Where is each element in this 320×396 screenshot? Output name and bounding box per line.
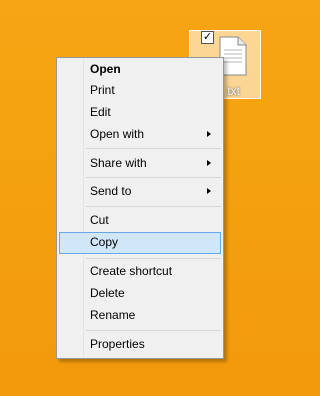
menu-item-open-with[interactable]: Open with: [59, 124, 221, 145]
menu-item-label: Send to: [90, 184, 132, 198]
submenu-arrow-icon: [207, 131, 211, 137]
menu-item-open[interactable]: Open: [59, 59, 221, 80]
menu-separator: [86, 206, 221, 207]
menu-item-print[interactable]: Print: [59, 80, 221, 101]
menu-item-label: Properties: [90, 337, 145, 351]
menu-item-label: Edit: [90, 105, 111, 119]
menu-item-cut[interactable]: Cut: [59, 210, 221, 231]
menu-item-delete[interactable]: Delete: [59, 283, 221, 304]
file-name-label: .txt: [224, 84, 241, 98]
menu-item-label: Open with: [90, 127, 145, 141]
menu-item-properties[interactable]: Properties: [59, 334, 221, 355]
menu-item-label: Print: [90, 83, 115, 97]
menu-item-label: Delete: [90, 286, 125, 300]
menu-item-share-with[interactable]: Share with: [59, 153, 221, 174]
menu-item-label: Create shortcut: [90, 264, 173, 278]
menu-item-label: Cut: [90, 213, 109, 227]
menu-separator: [86, 330, 221, 331]
menu-item-create-shortcut[interactable]: Create shortcut: [59, 261, 221, 282]
menu-item-label: Rename: [90, 308, 136, 322]
menu-item-label: Share with: [90, 156, 147, 170]
submenu-arrow-icon: [207, 160, 211, 166]
menu-item-rename[interactable]: Rename: [59, 305, 221, 326]
menu-item-label: Copy: [90, 235, 119, 249]
menu-item-copy[interactable]: Copy: [59, 232, 221, 254]
submenu-arrow-icon: [207, 188, 211, 194]
menu-separator: [86, 148, 221, 149]
checkbox-icon[interactable]: ✓: [201, 31, 214, 44]
context-menu: Open Print Edit Open with Share with Sen…: [56, 57, 224, 359]
menu-item-send-to[interactable]: Send to: [59, 181, 221, 202]
menu-item-label: Open: [90, 62, 121, 76]
menu-separator: [86, 177, 221, 178]
menu-separator: [86, 258, 221, 259]
menu-item-edit[interactable]: Edit: [59, 102, 221, 123]
